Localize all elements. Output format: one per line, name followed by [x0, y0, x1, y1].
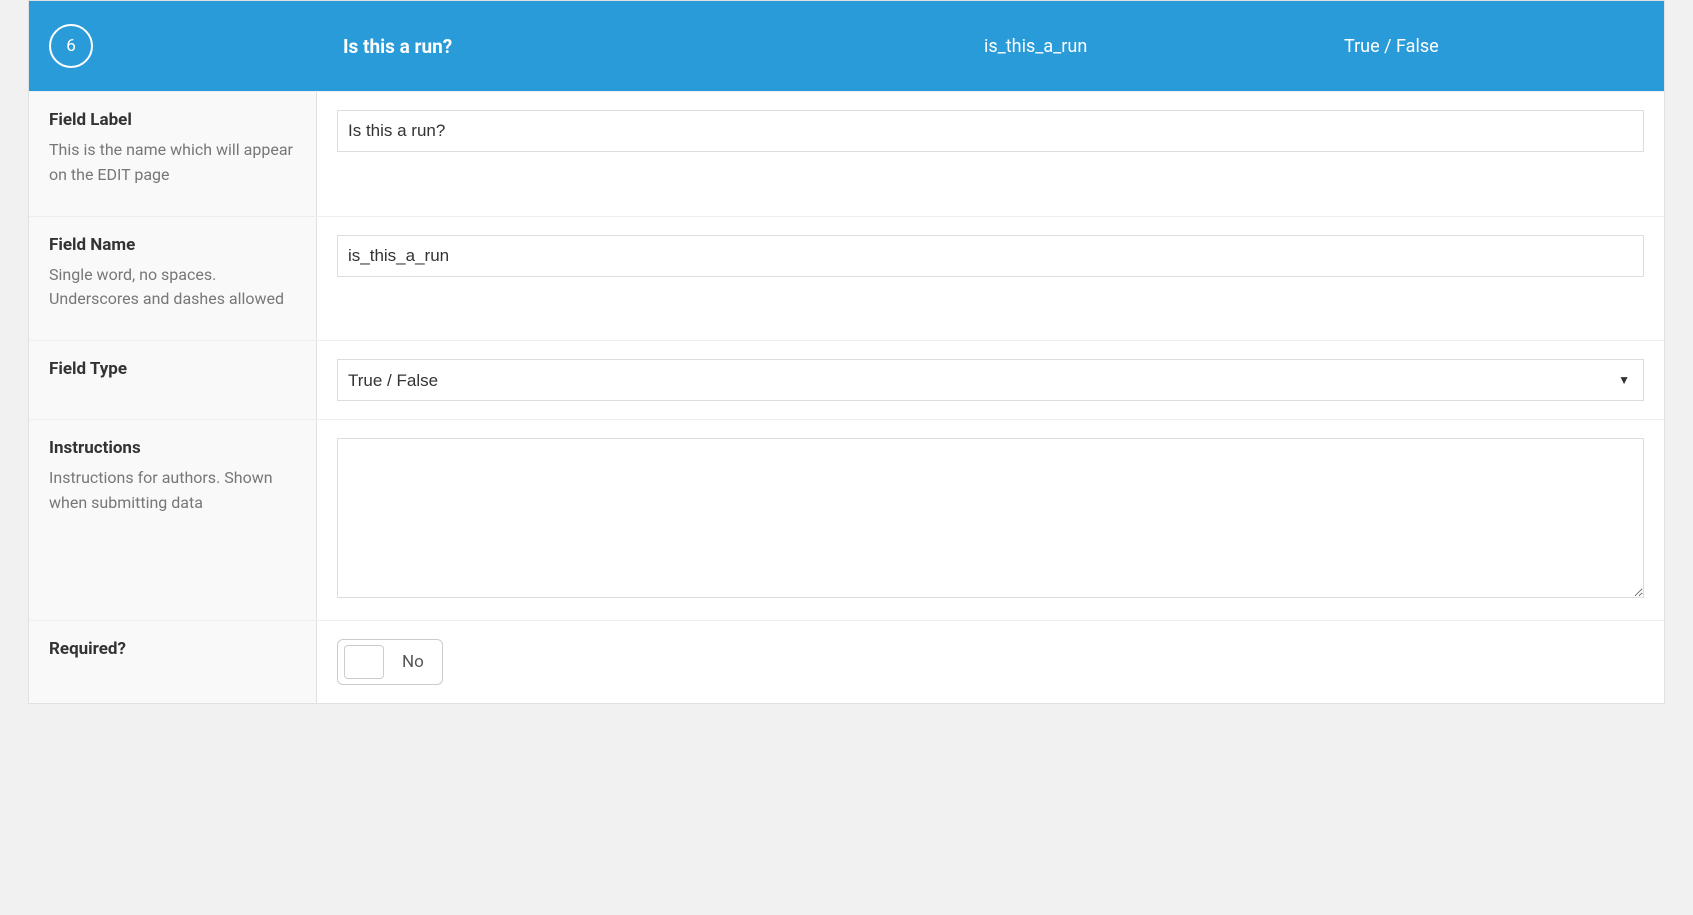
row-field-label: Field Label This is the name which will … — [29, 91, 1664, 216]
row-field-name: Field Name Single word, no spaces. Under… — [29, 216, 1664, 341]
instructions-textarea[interactable] — [337, 438, 1644, 598]
field-type-select-wrap: True / False ▼ — [337, 359, 1644, 401]
side-desc: Single word, no spaces. Underscores and … — [49, 263, 296, 313]
field-order-number: 6 — [66, 36, 76, 56]
side-title: Instructions — [49, 438, 296, 458]
side-desc: This is the name which will appear on th… — [49, 138, 296, 188]
row-value — [317, 420, 1664, 620]
required-toggle[interactable]: No — [337, 639, 443, 685]
row-field-type: Field Type True / False ▼ — [29, 340, 1664, 419]
header-field-name: is_this_a_run — [984, 36, 1344, 57]
header-field-type: True / False — [1344, 36, 1644, 57]
field-type-select[interactable]: True / False — [337, 359, 1644, 401]
side-title: Field Name — [49, 235, 296, 255]
row-required: Required? No — [29, 620, 1664, 703]
field-name-input[interactable] — [337, 235, 1644, 277]
row-side: Field Type — [29, 341, 317, 419]
row-side: Field Name Single word, no spaces. Under… — [29, 217, 317, 341]
side-title: Required? — [49, 639, 296, 659]
row-side: Instructions Instructions for authors. S… — [29, 420, 317, 620]
row-side: Required? — [29, 621, 317, 703]
row-instructions: Instructions Instructions for authors. S… — [29, 419, 1664, 620]
side-title: Field Type — [49, 359, 296, 379]
side-title: Field Label — [49, 110, 296, 130]
toggle-knob-icon — [344, 645, 384, 679]
field-order-badge: 6 — [49, 24, 93, 68]
side-desc: Instructions for authors. Shown when sub… — [49, 466, 296, 516]
row-side: Field Label This is the name which will … — [29, 92, 317, 216]
row-value: True / False ▼ — [317, 341, 1664, 419]
header-field-label: Is this a run? — [93, 35, 984, 58]
field-label-input[interactable] — [337, 110, 1644, 152]
required-toggle-text: No — [402, 652, 424, 672]
row-value: No — [317, 621, 1664, 703]
row-value — [317, 217, 1664, 341]
field-editor-panel: 6 Is this a run? is_this_a_run True / Fa… — [28, 0, 1665, 704]
field-header-bar[interactable]: 6 Is this a run? is_this_a_run True / Fa… — [29, 1, 1664, 91]
row-value — [317, 92, 1664, 216]
